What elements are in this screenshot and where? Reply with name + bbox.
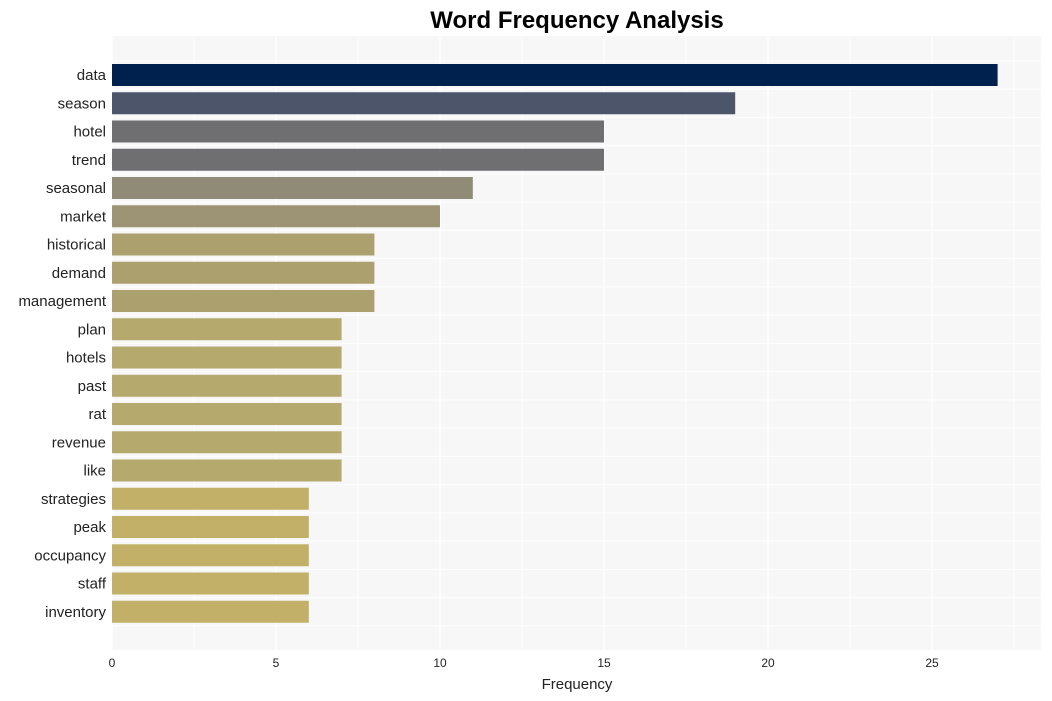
bar-plan: [112, 318, 342, 341]
x-tick-label: 10: [433, 656, 447, 670]
bar-demand: [112, 261, 375, 284]
bar-hotels: [112, 346, 342, 369]
x-tick-label: 5: [273, 656, 280, 670]
y-tick-label: strategies: [41, 491, 106, 508]
y-tick-label: past: [78, 378, 107, 395]
bar-seasonal: [112, 177, 473, 199]
bar-management: [112, 290, 375, 312]
x-axis-label: Frequency: [542, 676, 613, 693]
y-tick-label: historical: [47, 237, 106, 254]
y-tick-label: revenue: [52, 434, 106, 451]
y-tick-label: hotels: [66, 350, 106, 367]
y-tick-label: peak: [73, 519, 106, 536]
y-tick-label: demand: [52, 265, 106, 282]
y-tick-label: inventory: [45, 604, 106, 621]
x-tick-labels: 0 5 10 15 20 25: [109, 656, 939, 670]
y-tick-label: staff: [78, 576, 107, 593]
x-tick-label: 20: [761, 656, 775, 670]
chart-title: Word Frequency Analysis: [430, 7, 723, 34]
y-tick-label: like: [83, 463, 106, 480]
bar-like: [112, 459, 342, 482]
bar-trend: [112, 148, 604, 171]
y-tick-label: market: [60, 208, 107, 225]
y-tick-label: hotel: [73, 124, 106, 141]
y-tick-label: rat: [88, 406, 106, 423]
bar-rat: [112, 403, 342, 425]
bar-data: [112, 64, 998, 86]
y-tick-labels: data season hotel trend seasonal market histor…: [18, 67, 106, 621]
y-tick-label: plan: [78, 321, 106, 338]
x-tick-label: 0: [109, 656, 116, 670]
bar-past: [112, 374, 342, 397]
y-tick-label: trend: [72, 152, 106, 169]
bar-inventory: [112, 600, 309, 623]
bar-hotel: [112, 120, 604, 143]
x-tick-label: 15: [597, 656, 611, 670]
bar-staff: [112, 572, 309, 595]
bar-market: [112, 205, 440, 228]
y-tick-label: season: [58, 95, 106, 112]
bar-occupancy: [112, 544, 309, 567]
bar-strategies: [112, 487, 309, 510]
bar-historical: [112, 233, 375, 256]
bar-season: [112, 92, 736, 115]
bar-peak: [112, 516, 309, 538]
y-tick-label: data: [77, 67, 107, 84]
y-tick-label: occupancy: [34, 547, 106, 564]
y-tick-label: management: [18, 293, 106, 310]
word-frequency-chart: data season hotel trend seasonal market histor…: [18, 7, 1041, 693]
y-tick-label: seasonal: [46, 180, 106, 197]
bar-revenue: [112, 431, 342, 454]
x-tick-label: 25: [925, 656, 939, 670]
